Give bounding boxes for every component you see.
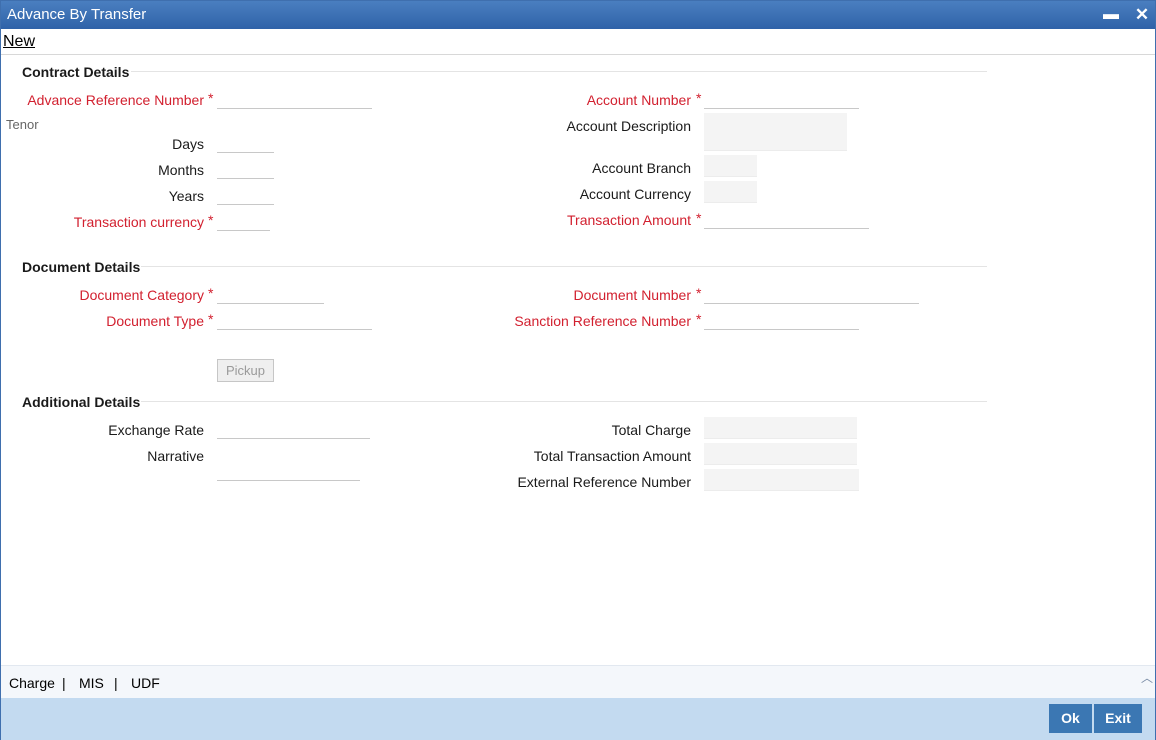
sanction-reference-number-input[interactable] — [704, 308, 859, 330]
required-marker: * — [208, 212, 214, 228]
years-input[interactable] — [217, 183, 274, 205]
tab-udf[interactable]: UDF — [131, 675, 160, 691]
contract-details-rule — [131, 71, 987, 72]
required-marker: * — [696, 90, 702, 106]
advance-reference-number-input[interactable] — [217, 87, 372, 109]
months-label: Months — [158, 162, 204, 178]
bottom-tab-bar: Charge | MIS | UDF — [1, 665, 1155, 698]
account-description-label: Account Description — [566, 118, 691, 134]
additional-details-title: Additional Details — [22, 394, 141, 410]
total-charge-field — [704, 417, 857, 439]
external-reference-number-field — [704, 469, 859, 491]
narrative-input[interactable] — [217, 445, 360, 481]
days-label: Days — [172, 136, 204, 152]
required-marker: * — [208, 311, 214, 327]
tab-mis[interactable]: MIS — [79, 675, 104, 691]
transaction-currency-input[interactable] — [217, 209, 270, 231]
window-title: Advance By Transfer — [7, 6, 147, 23]
transaction-currency-label: Transaction currency — [73, 214, 204, 230]
total-transaction-amount-label: Total Transaction Amount — [533, 448, 691, 464]
document-category-input[interactable] — [217, 282, 324, 304]
required-marker: * — [208, 285, 214, 301]
tab-separator: | — [114, 675, 118, 691]
account-description-field — [704, 113, 847, 151]
document-category-label: Document Category — [79, 287, 204, 303]
required-marker: * — [696, 285, 702, 301]
document-details-title: Document Details — [22, 259, 141, 275]
tab-separator: | — [62, 675, 66, 691]
new-link[interactable]: New — [3, 33, 35, 51]
document-details-rule — [141, 266, 987, 267]
document-number-label: Document Number — [573, 287, 692, 303]
transaction-amount-label: Transaction Amount — [567, 212, 691, 228]
exchange-rate-input[interactable] — [217, 417, 370, 439]
document-type-label: Document Type — [106, 313, 204, 329]
advance-reference-number-label: Advance Reference Number — [27, 92, 204, 108]
close-icon[interactable]: ✕ — [1132, 5, 1152, 25]
sanction-reference-number-label: Sanction Reference Number — [514, 313, 691, 329]
narrative-label: Narrative — [147, 448, 204, 464]
account-currency-label: Account Currency — [579, 186, 691, 202]
account-currency-field — [704, 181, 757, 203]
account-number-input[interactable] — [704, 87, 859, 109]
tab-charge[interactable]: Charge — [9, 675, 55, 691]
account-number-label: Account Number — [586, 92, 691, 108]
required-marker: * — [696, 210, 702, 226]
account-branch-field — [704, 155, 757, 177]
exit-button[interactable]: Exit — [1094, 704, 1142, 733]
account-branch-label: Account Branch — [592, 160, 691, 176]
total-charge-label: Total Charge — [611, 422, 691, 438]
transaction-amount-input[interactable] — [704, 207, 869, 229]
footer-bar: Ok Exit — [1, 698, 1155, 740]
contract-details-title: Contract Details — [22, 64, 130, 80]
minimize-icon[interactable]: ▬ — [1101, 5, 1121, 25]
required-marker: * — [696, 311, 702, 327]
tenor-label: Tenor — [6, 117, 39, 132]
exchange-rate-label: Exchange Rate — [108, 422, 204, 438]
advance-by-transfer-window: Advance By Transfer ▬ ✕ New Contract Det… — [0, 0, 1156, 740]
required-marker: * — [208, 90, 214, 106]
collapse-up-icon[interactable]: ︿ — [1141, 669, 1153, 686]
external-reference-number-label: External Reference Number — [517, 474, 691, 490]
document-type-input[interactable] — [217, 308, 372, 330]
ok-button[interactable]: Ok — [1049, 704, 1092, 733]
months-input[interactable] — [217, 157, 274, 179]
days-input[interactable] — [217, 131, 274, 153]
total-transaction-amount-field — [704, 443, 857, 465]
toolbar-divider — [1, 54, 1155, 55]
document-number-input[interactable] — [704, 282, 919, 304]
years-label: Years — [168, 188, 204, 204]
additional-details-rule — [141, 401, 987, 402]
pickup-button[interactable]: Pickup — [217, 359, 274, 382]
title-bar: Advance By Transfer ▬ ✕ — [1, 1, 1155, 29]
